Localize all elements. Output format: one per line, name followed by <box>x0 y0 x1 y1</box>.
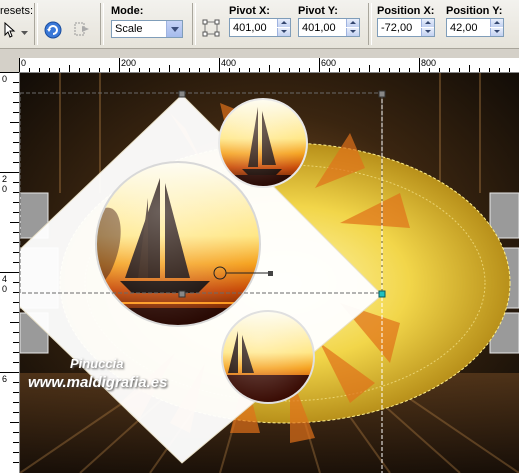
spin-up-icon[interactable] <box>346 19 359 27</box>
ruler-label: 0 <box>21 58 27 68</box>
pivot-x-label: Pivot X: <box>229 5 270 17</box>
position-x-label: Position X: <box>377 5 435 17</box>
toolbar-separator <box>100 3 104 45</box>
spin-up-icon[interactable] <box>490 19 503 27</box>
presets-label: resets: <box>0 5 34 17</box>
watermark-url: www.maldigrafia.es <box>28 374 168 391</box>
spin-up-icon[interactable] <box>421 19 434 27</box>
image-canvas[interactable]: Pinuccia www.maldigrafia.es <box>20 73 519 473</box>
position-x-input[interactable]: -72,00 <box>377 18 435 37</box>
tool-options-toolbar: resets: Mode: Scale Pivot X: 401,00 Pivo… <box>0 0 519 49</box>
ruler-label: 600 <box>321 58 337 68</box>
vertical-ruler[interactable]: 0 2 0 4 0 6 <box>0 72 20 473</box>
mode-label: Mode: <box>111 5 144 17</box>
position-y-label: Position Y: <box>446 5 503 17</box>
ruler-label: 0 <box>2 74 8 84</box>
workspace-gap <box>0 49 519 58</box>
chevron-down-icon[interactable] <box>166 21 182 37</box>
ruler-label: 400 <box>221 58 237 68</box>
pivot-y-value: 401,00 <box>302 22 336 34</box>
toolbar-separator <box>192 3 196 45</box>
ruler-label: 4 <box>2 274 8 284</box>
position-y-value: 42,00 <box>450 22 478 34</box>
toolbar-separator <box>368 3 372 45</box>
mode-select[interactable]: Scale <box>111 20 183 38</box>
horizontal-ruler[interactable]: 0 200 400 600 800 <box>19 58 519 73</box>
horizontal-ruler-ticks <box>19 58 510 72</box>
ruler-label: 200 <box>121 58 137 68</box>
pivot-x-input[interactable]: 401,00 <box>229 18 291 37</box>
ruler-corner <box>0 58 19 72</box>
pivot-y-label: Pivot Y: <box>298 5 338 17</box>
spin-up-icon[interactable] <box>277 19 290 27</box>
toolbar-separator <box>34 3 38 45</box>
presets-pointer-icon[interactable] <box>2 21 20 39</box>
flip-icon[interactable] <box>73 20 91 38</box>
presets-dropdown-icon[interactable] <box>21 27 28 39</box>
canvas-artwork <box>20 73 519 473</box>
ruler-label: 0 <box>2 184 8 194</box>
spin-down-icon[interactable] <box>421 28 434 36</box>
ruler-label: 0 <box>2 284 8 294</box>
vertical-ruler-ticks <box>0 72 19 463</box>
pivot-y-input[interactable]: 401,00 <box>298 18 360 37</box>
transform-box-icon[interactable] <box>202 19 220 37</box>
spin-down-icon[interactable] <box>277 28 290 36</box>
ruler-label: 800 <box>421 58 437 68</box>
reset-icon[interactable] <box>44 21 62 39</box>
ruler-label: 6 <box>2 374 8 384</box>
position-x-value: -72,00 <box>381 22 413 34</box>
watermark-name: Pinuccia <box>70 356 124 371</box>
mode-value: Scale <box>115 23 143 35</box>
spin-down-icon[interactable] <box>490 28 503 36</box>
spin-down-icon[interactable] <box>346 28 359 36</box>
ruler-label: 2 <box>2 174 8 184</box>
pivot-x-value: 401,00 <box>233 22 267 34</box>
position-y-input[interactable]: 42,00 <box>446 18 504 37</box>
